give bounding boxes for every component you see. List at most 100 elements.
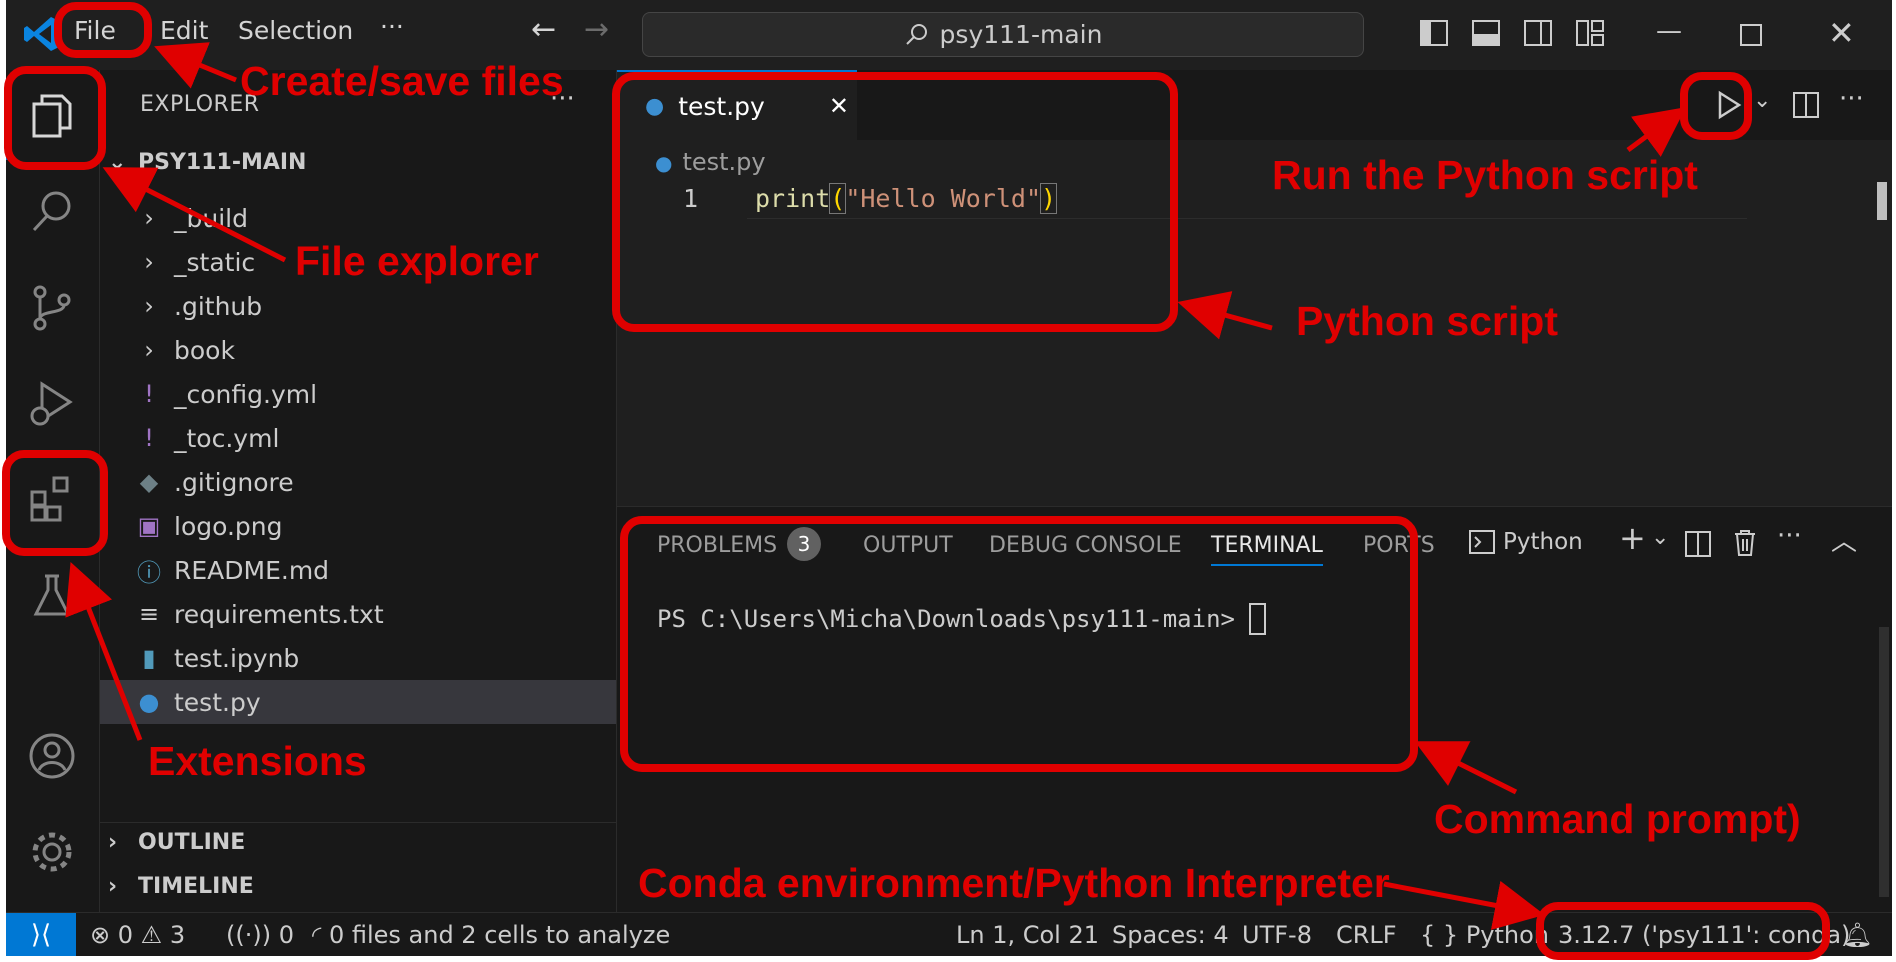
ports-status[interactable]: ((·)) 0 (226, 921, 294, 949)
annotation-python-script: Python script (1296, 298, 1558, 344)
split-terminal-icon[interactable] (1685, 531, 1711, 557)
kill-terminal-trash-icon[interactable] (1733, 529, 1757, 557)
outline-label: OUTLINE (138, 830, 246, 855)
split-editor-icon[interactable] (1793, 92, 1819, 118)
language-mode[interactable]: { } Python (1420, 921, 1549, 949)
file-tree-item[interactable]: ! _config.yml (100, 372, 616, 416)
run-dropdown-chevron-icon[interactable]: ⌄ (1753, 88, 1771, 113)
file-tree-item[interactable]: › .github (100, 284, 616, 328)
highlight-terminal (620, 516, 1418, 772)
image-file-icon: ▣ (137, 512, 161, 540)
customize-layout-icon[interactable] (1576, 20, 1604, 46)
close-window-icon[interactable]: ✕ (1828, 14, 1855, 52)
annotation-file-explorer: File explorer (295, 238, 539, 284)
menu-more-icon[interactable]: ··· (380, 12, 404, 41)
remote-indicator[interactable]: ⟩⟨ (6, 913, 76, 956)
highlight-python-script (612, 72, 1178, 332)
annotation-create-save: Create/save files (240, 58, 564, 104)
chevron-right-icon: › (108, 874, 118, 899)
run-debug-icon[interactable] (26, 378, 78, 430)
back-arrow-icon[interactable]: ← (531, 12, 556, 47)
workspace-root-label: PSY111-MAIN (138, 150, 307, 175)
chevron-right-icon: › (108, 830, 118, 855)
outline-section[interactable]: › OUTLINE (108, 830, 245, 855)
search-icon (905, 23, 927, 45)
toggle-sidebar-icon[interactable] (1420, 20, 1448, 46)
file-tree-item[interactable]: ≡ requirements.txt (100, 592, 616, 636)
file-tree-item[interactable]: ● test.py (100, 680, 616, 724)
notebook-file-icon: ▮ (142, 644, 156, 672)
file-tree-item-label: .gitignore (174, 467, 294, 497)
text-file-icon: ≡ (138, 600, 160, 628)
terminal-scrollbar[interactable] (1879, 627, 1889, 897)
python-file-icon: ● (138, 688, 160, 716)
problems-status[interactable]: ⊗ 0 ⚠ 3 (90, 921, 185, 949)
maximize-icon[interactable] (1740, 24, 1762, 46)
notifications-bell-icon[interactable]: 🔔︎ (1842, 921, 1872, 949)
file-tree-item-label: _config.yml (174, 379, 318, 409)
chevron-right-icon: › (144, 292, 154, 320)
warning-count: 3 (169, 921, 186, 949)
timeline-section[interactable]: › TIMELINE (108, 874, 254, 899)
highlight-file-menu (54, 2, 152, 58)
shell-name: Python (1503, 529, 1583, 555)
scrollbar-thumb[interactable] (1877, 182, 1887, 220)
highlight-explorer-icon (4, 66, 106, 170)
terminal-dropdown-chevron-icon[interactable]: ⌄ (1651, 525, 1669, 550)
file-tree-item[interactable]: ⓘ README.md (100, 548, 616, 592)
annotation-extensions: Extensions (148, 738, 367, 784)
file-tree-item-label: book (174, 335, 235, 365)
file-tree-item[interactable]: ! _toc.yml (100, 416, 616, 460)
workspace-root[interactable]: ⌄ PSY111-MAIN (108, 150, 306, 175)
yaml-file-icon: ! (144, 424, 154, 452)
editor-more-icon[interactable]: ··· (1839, 84, 1864, 114)
encoding[interactable]: UTF-8 (1242, 921, 1312, 949)
source-control-icon[interactable] (26, 282, 78, 334)
file-tree-item-label: test.ipynb (174, 643, 300, 673)
account-icon[interactable] (26, 730, 78, 782)
settings-gear-icon[interactable] (26, 826, 78, 878)
file-tree-item[interactable]: ◆ .gitignore (100, 460, 616, 504)
file-tree-item-label: .github (174, 291, 263, 321)
highlight-run-button (1680, 72, 1752, 140)
terminal-shell-selector[interactable]: Python (1469, 529, 1583, 555)
analysis-status[interactable]: ◜ 0 files and 2 cells to analyze (312, 921, 670, 949)
file-tree-item-label: README.md (174, 555, 330, 585)
search-view-icon[interactable] (26, 186, 78, 238)
broadcast-icon: ((·)) (226, 921, 272, 949)
testing-flask-icon[interactable] (26, 570, 78, 622)
annotation-run-script: Run the Python script (1272, 152, 1698, 198)
cursor-position[interactable]: Ln 1, Col 21 (956, 921, 1099, 949)
panel-more-icon[interactable]: ··· (1777, 521, 1802, 551)
file-tree-item[interactable]: ▣ logo.png (100, 504, 616, 548)
annotation-conda-env: Conda environment/Python Interpreter (638, 860, 1390, 906)
chevron-right-icon: › (144, 336, 154, 364)
command-center-search[interactable]: psy111-main (642, 12, 1364, 57)
file-tree-item[interactable]: › _build (100, 196, 616, 240)
menu-edit[interactable]: Edit (160, 16, 208, 45)
warning-icon: ⚠ (140, 921, 163, 949)
error-icon: ⊗ (90, 921, 111, 949)
file-tree-item[interactable]: › book (100, 328, 616, 372)
file-tree-item-label: requirements.txt (174, 599, 384, 629)
minimize-icon[interactable]: — (1656, 16, 1682, 46)
analysis-text: 0 files and 2 cells to analyze (328, 921, 671, 949)
toggle-panel-icon[interactable] (1472, 20, 1500, 46)
maximize-panel-chevron-up-icon[interactable]: ︿ (1831, 521, 1857, 558)
menu-selection[interactable]: Selection (238, 16, 353, 45)
explorer-sidebar: EXPLORER ··· ⌄ PSY111-MAIN › _build › _stati… (100, 70, 617, 912)
chevron-right-icon: › (144, 248, 154, 276)
line-endings[interactable]: CRLF (1336, 921, 1397, 949)
highlight-extensions-icon (2, 450, 108, 556)
section-divider (100, 822, 616, 823)
yaml-file-icon: ! (144, 380, 154, 408)
new-terminal-plus-icon[interactable]: + (1619, 519, 1646, 557)
file-tree-item[interactable]: ▮ test.ipynb (100, 636, 616, 680)
indentation[interactable]: Spaces: 4 (1112, 921, 1229, 949)
remote-icon: ⟩⟨ (30, 920, 52, 950)
forward-arrow-icon[interactable]: → (584, 12, 609, 47)
annotation-command-prompt: Command prompt) (1434, 796, 1801, 842)
toggle-secondary-sidebar-icon[interactable] (1524, 20, 1552, 46)
info-file-icon: ⓘ (137, 558, 161, 587)
braces-icon: { } (1420, 921, 1459, 949)
